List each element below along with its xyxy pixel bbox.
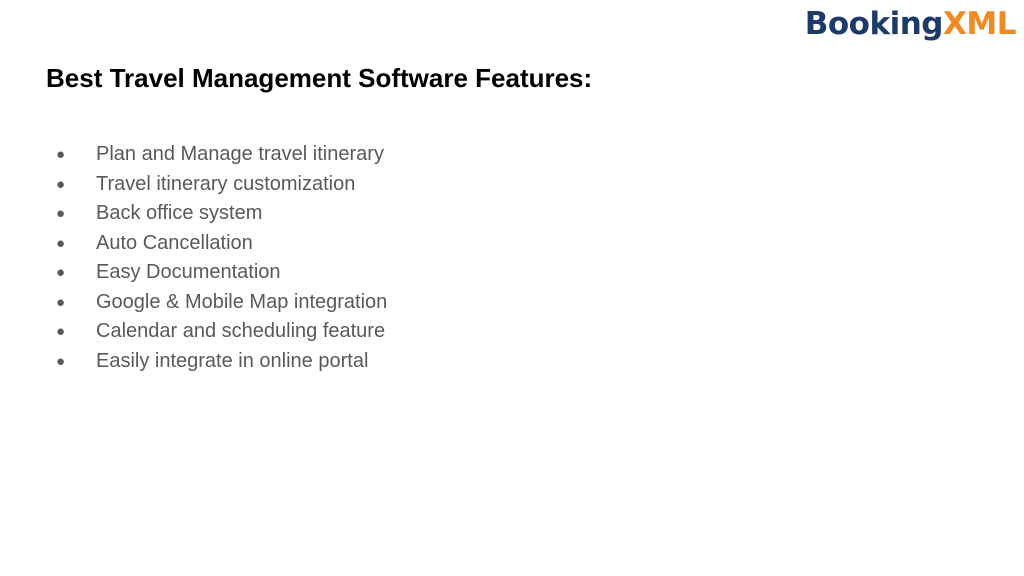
- bookingxml-logo: BookingXML: [804, 4, 1017, 44]
- feature-label: Travel itinerary customization: [96, 172, 356, 195]
- list-item: ● Plan and Manage travel itinerary: [56, 140, 387, 170]
- feature-label: Plan and Manage travel itinerary: [96, 143, 384, 166]
- feature-label: Google & Mobile Map integration: [96, 290, 388, 313]
- feature-label: Auto Cancellation: [96, 231, 253, 254]
- list-item: ● Easy Documentation: [56, 258, 387, 288]
- bullet-icon: ●: [56, 293, 66, 311]
- list-item: ● Google & Mobile Map integration: [56, 288, 387, 318]
- bullet-icon: ●: [56, 264, 66, 282]
- logo-text-booking: Booking: [804, 6, 944, 42]
- bullet-icon: ●: [56, 323, 66, 341]
- list-item: ● Travel itinerary customization: [56, 170, 387, 200]
- bullet-icon: ●: [56, 205, 66, 223]
- feature-label: Calendar and scheduling feature: [96, 320, 386, 343]
- logo-text-xml: XML: [942, 6, 1017, 42]
- feature-label: Easily integrate in online portal: [96, 349, 369, 372]
- list-item: ● Calendar and scheduling feature: [56, 317, 387, 347]
- bullet-icon: ●: [56, 146, 66, 164]
- bullet-icon: ●: [56, 175, 66, 193]
- list-item: ● Back office system: [56, 199, 387, 229]
- list-item: ● Auto Cancellation: [56, 229, 387, 259]
- bullet-icon: ●: [56, 352, 66, 370]
- feature-label: Easy Documentation: [96, 261, 281, 284]
- feature-label: Back office system: [96, 202, 263, 225]
- page-title: Best Travel Management Software Features…: [46, 63, 593, 93]
- features-list: ● Plan and Manage travel itinerary ● Tra…: [56, 140, 387, 376]
- bullet-icon: ●: [56, 234, 66, 252]
- list-item: ● Easily integrate in online portal: [56, 347, 387, 377]
